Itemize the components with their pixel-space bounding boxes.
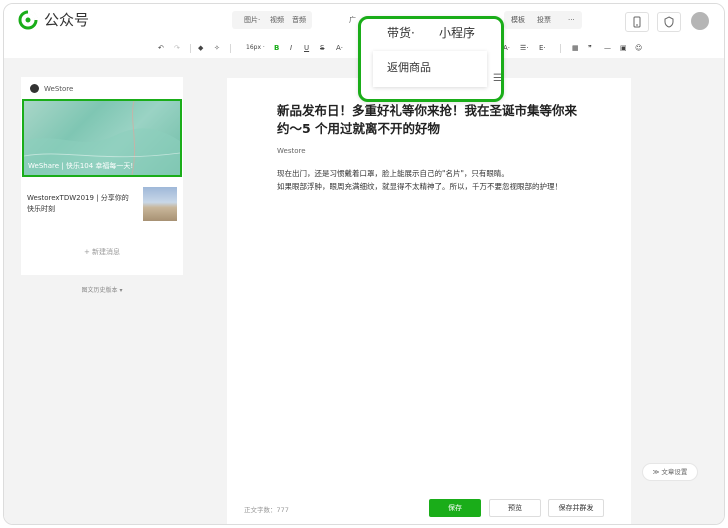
account-name: WeStore xyxy=(44,85,74,93)
table-icon[interactable]: ▦ xyxy=(572,42,579,54)
font-color-button[interactable]: A· xyxy=(336,42,343,54)
article-item-title[interactable]: WestorexTDW2019 | 分享你的快乐时刻 xyxy=(27,193,131,215)
menu-image[interactable]: 图片· xyxy=(244,14,260,26)
clear-format-icon[interactable]: ✧ xyxy=(214,42,220,54)
cover-caption: WeShare | 快乐104 幸福每一天! xyxy=(28,162,134,170)
image-icon[interactable]: ▣ xyxy=(620,42,627,54)
toolbar-divider xyxy=(230,44,231,53)
list-button[interactable]: ☰· xyxy=(520,42,529,54)
phone-icon xyxy=(633,16,641,28)
menu-template[interactable]: 模板 xyxy=(511,14,525,26)
dropdown-item-commission-goods[interactable]: 返佣商品 xyxy=(387,60,431,76)
body-line: 如果眼部浮肿，眼周充满细纹，就显得不太精神了。所以，千万不要忽视眼部的护理！ xyxy=(277,182,562,191)
indent-button[interactable]: E· xyxy=(539,42,546,54)
toolbar-divider xyxy=(190,44,191,53)
app-window: 公众号 图片· 视频 音频 广 模板 投票 ··· ↶ ↷ ◆ ✧ 16px · xyxy=(3,3,725,525)
menu-vote[interactable]: 投票 xyxy=(537,14,551,26)
emoji-icon[interactable]: ☺ xyxy=(635,42,642,54)
sales-menu-popup: 带货· 小程序 返佣商品 ☰ xyxy=(358,16,504,102)
tab-sales[interactable]: 带货· xyxy=(387,25,415,41)
redo-icon[interactable]: ↷ xyxy=(174,42,180,54)
menu-ad[interactable]: 广 xyxy=(349,14,356,26)
article-editor[interactable]: 新品发布日！多重好礼等你来抢！我在圣诞市集等你来约～5 个用过就离不开的好物 W… xyxy=(227,78,631,524)
menu-audio[interactable]: 音频 xyxy=(292,14,306,26)
strikethrough-button[interactable]: S xyxy=(320,42,324,54)
format-painter-icon[interactable]: ◆ xyxy=(198,42,203,54)
wechat-official-logo-icon xyxy=(18,10,38,30)
app-title: 公众号 xyxy=(44,11,90,29)
shield-icon xyxy=(664,16,674,28)
account-avatar-icon xyxy=(30,84,39,93)
save-button[interactable]: 保存 xyxy=(429,499,481,517)
article-body[interactable]: 现在出门，还是习惯戴着口罩，脸上能展示自己的"名片"，只有眼睛。 如果眼部浮肿，… xyxy=(277,167,593,193)
word-count: 正文字数：777 xyxy=(244,506,289,514)
new-message-button[interactable]: + 新建消息 xyxy=(21,247,183,257)
horizontal-rule-icon[interactable]: — xyxy=(604,42,611,54)
mobile-preview-button[interactable] xyxy=(625,12,649,32)
article-settings-button[interactable]: ≫ 文章设置 xyxy=(642,463,698,481)
workspace: WeStore WeShare | 快乐104 幸福每一天! WestorexT… xyxy=(4,58,724,524)
article-cover-item[interactable]: WeShare | 快乐104 幸福每一天! xyxy=(22,99,182,177)
tab-mini-program[interactable]: 小程序 xyxy=(439,25,475,41)
bold-button[interactable]: B xyxy=(274,42,279,54)
italic-button[interactable]: I xyxy=(290,42,292,54)
article-list-panel: WeStore WeShare | 快乐104 幸福每一天! WestorexT… xyxy=(21,77,183,275)
quote-icon[interactable]: ❞ xyxy=(588,42,592,54)
preview-button[interactable]: 预览 xyxy=(489,499,541,517)
body-line: 现在出门，还是习惯戴着口罩，脸上能展示自己的"名片"，只有眼睛。 xyxy=(277,169,509,178)
save-and-publish-button[interactable]: 保存并群发 xyxy=(548,499,604,517)
article-title[interactable]: 新品发布日！多重好礼等你来抢！我在圣诞市集等你来约～5 个用过就离不开的好物 xyxy=(277,102,577,138)
list-icon: ☰ xyxy=(493,73,502,84)
sales-dropdown: 返佣商品 xyxy=(373,51,487,87)
user-avatar[interactable] xyxy=(691,12,709,30)
article-author[interactable]: Westore xyxy=(277,146,306,156)
undo-icon[interactable]: ↶ xyxy=(158,42,164,54)
underline-button[interactable]: U xyxy=(304,42,309,54)
menu-video[interactable]: 视频 xyxy=(270,14,284,26)
security-button[interactable] xyxy=(657,12,681,32)
toolbar-divider xyxy=(560,44,561,53)
background-color-button[interactable]: A· xyxy=(503,42,510,54)
menu-more[interactable]: ··· xyxy=(568,14,575,26)
font-size-select[interactable]: 16px · xyxy=(246,42,265,54)
article-item-thumbnail[interactable] xyxy=(143,187,177,221)
history-versions-link[interactable]: 图文历史版本 ▾ xyxy=(4,286,200,296)
